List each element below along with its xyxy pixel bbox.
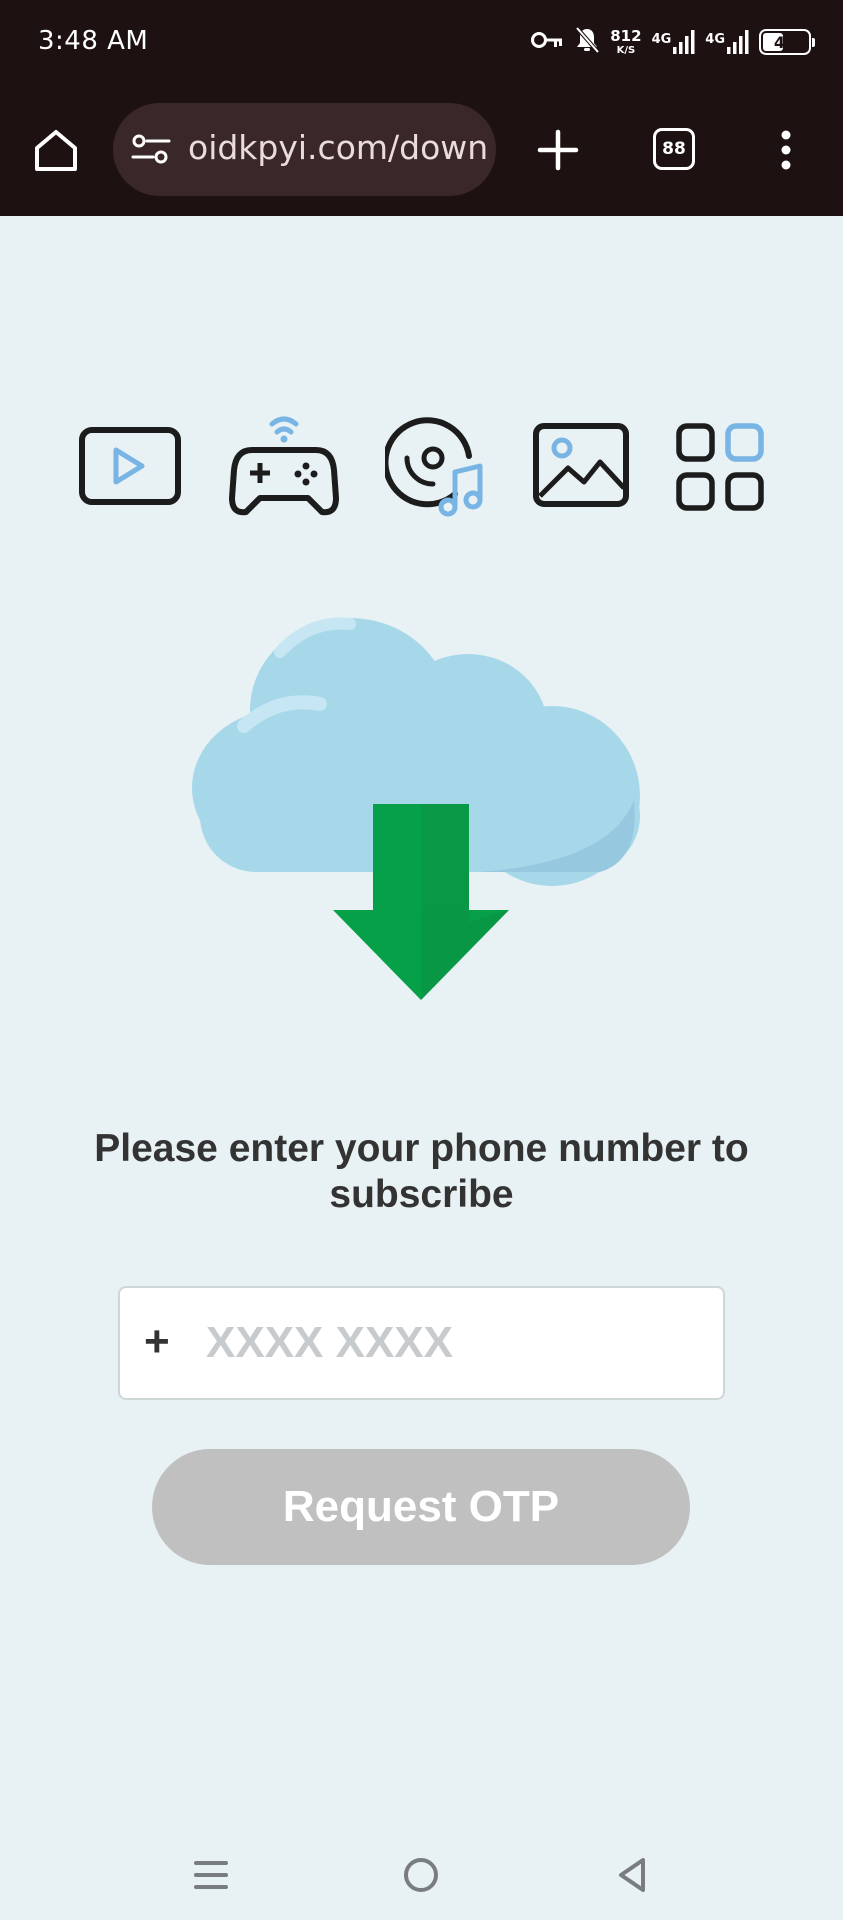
plus-icon [537,129,579,171]
recents-menu-icon [194,1861,228,1889]
sim1-network-type: 4G [651,32,672,47]
network-speed: 812 K/S [610,26,642,56]
phone-number-input[interactable] [190,1312,706,1374]
more-vert-icon [781,130,791,170]
browser-toolbar: oidkpyi.com/download 88 [0,100,843,200]
image-icon [533,423,629,507]
system-back-button[interactable] [607,1850,657,1900]
category-icons [0,404,843,534]
video-play-icon [79,427,181,505]
status-icons: 812 K/S 4G 4G 45 [530,22,815,62]
battery-icon: 45 [759,29,815,55]
music-disc-icon [385,417,483,517]
battery-percent: 45 [773,32,797,52]
system-home-button[interactable] [396,1850,446,1900]
back-triangle-icon [619,1858,645,1892]
home-circle-icon [404,1858,438,1892]
system-navigation-bar [0,1830,843,1920]
notifications-off-icon [574,26,600,59]
gamepad-icon [229,416,339,516]
browser-menu-button[interactable] [770,126,802,174]
signal-icon [727,30,749,54]
phone-number-field[interactable]: + [118,1286,725,1400]
recents-button[interactable] [186,1850,236,1900]
address-bar[interactable]: oidkpyi.com/download [113,103,496,196]
site-settings-icon[interactable] [131,133,171,165]
sim2-signal: 4G [705,30,749,54]
network-speed-value: 812 [610,26,642,45]
new-tab-button[interactable] [530,122,586,178]
tab-switcher-button[interactable]: 88 [653,128,695,170]
subscribe-prompt: Please enter your phone number to subscr… [94,1127,749,1216]
status-bar: 3:48 AM 812 K/S 4G 4G 45 [0,0,843,84]
network-speed-unit: K/S [616,44,636,56]
signal-icon [673,30,695,54]
request-otp-button[interactable]: Request OTP [152,1449,690,1565]
browser-chrome: 3:48 AM 812 K/S 4G 4G 45 oidkpyi.com/dow… [0,0,843,216]
sim2-network-type: 4G [705,32,725,47]
home-icon [35,130,77,171]
apps-grid-icon [676,423,764,511]
country-code-prefix: + [144,1317,170,1366]
tab-count: 88 [662,139,686,159]
sim1-signal: 4G [652,30,696,54]
status-time: 3:48 AM [38,26,149,56]
url-text[interactable]: oidkpyi.com/download [188,128,488,167]
home-button[interactable] [30,124,82,176]
cloud-download-icon [192,617,640,1000]
vpn-key-icon [530,29,564,56]
